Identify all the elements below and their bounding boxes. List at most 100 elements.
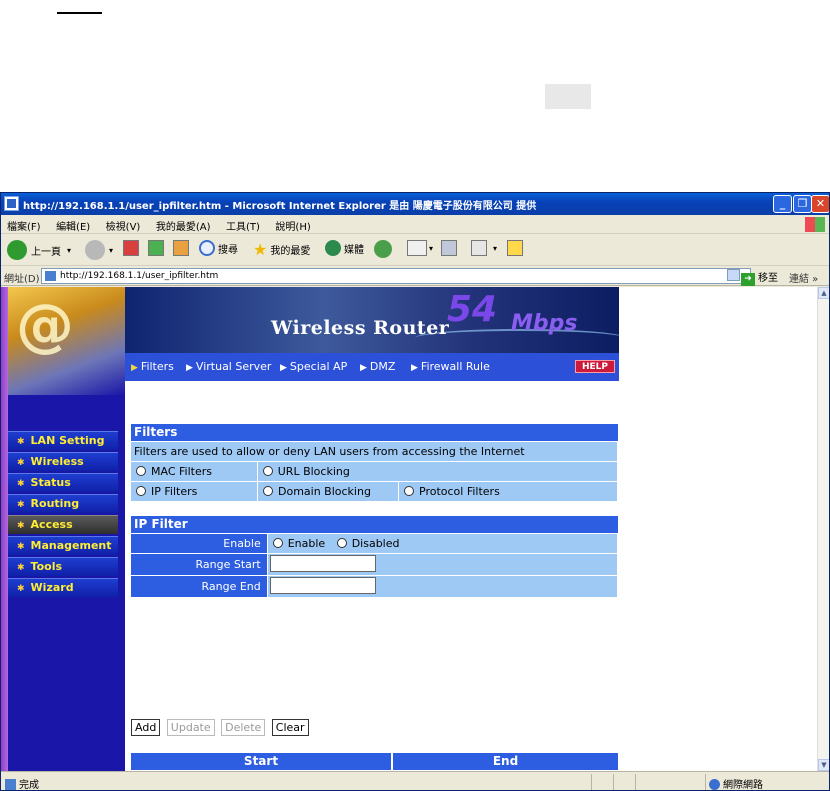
refresh-button[interactable] xyxy=(148,240,164,256)
menu-tools[interactable]: 工具(T) xyxy=(220,215,266,233)
filter-table-header: Start End xyxy=(131,753,618,770)
go-label: 移至 xyxy=(758,273,778,284)
radio-icon[interactable] xyxy=(263,486,273,496)
browser-window: http://192.168.1.1/user_ipfilter.htm - M… xyxy=(0,192,830,791)
status-separator xyxy=(705,774,706,790)
radio-icon[interactable] xyxy=(404,486,414,496)
status-bar: 完成 網際網路 xyxy=(1,771,829,791)
home-button[interactable] xyxy=(173,240,189,256)
speed-unit: Mbps xyxy=(511,311,578,336)
links-button[interactable]: 連結 » xyxy=(789,270,818,285)
radio-disabled[interactable] xyxy=(336,538,347,548)
radio-enable[interactable] xyxy=(272,538,283,548)
mail-button[interactable]: ▾ xyxy=(407,240,433,256)
at-logo-icon: @ xyxy=(16,291,74,359)
search-icon xyxy=(199,240,215,256)
help-button[interactable]: HELP xyxy=(575,360,615,373)
back-button[interactable]: 上一頁 ▾ xyxy=(7,240,71,260)
favorites-button[interactable]: ★ 我的最愛 xyxy=(253,240,310,259)
windows-logo-icon xyxy=(805,217,825,232)
status-label: 完成 xyxy=(19,780,39,791)
menu-file[interactable]: 檔案(F) xyxy=(1,215,47,233)
window-title: http://192.168.1.1/user_ipfilter.htm - M… xyxy=(23,201,537,212)
history-button[interactable] xyxy=(374,240,392,258)
menu-view[interactable]: 檢視(V) xyxy=(100,215,147,233)
sidebar-stripe xyxy=(1,287,8,771)
scroll-down-icon[interactable]: ▼ xyxy=(818,759,829,771)
option-domain-blocking[interactable]: Domain Blocking xyxy=(258,482,398,501)
nav-lan-setting[interactable]: ✱ LAN Setting xyxy=(8,431,118,450)
product-name: Wireless Router xyxy=(271,317,450,339)
filters-description: Filters are used to allow or deny LAN us… xyxy=(131,442,617,461)
close-button[interactable]: ✕ xyxy=(811,195,829,213)
update-button[interactable]: Update xyxy=(166,719,215,736)
security-zone: 網際網路 xyxy=(709,776,763,791)
history-icon xyxy=(374,240,392,258)
option-label: URL Blocking xyxy=(277,465,350,478)
address-input[interactable]: http://192.168.1.1/user_ipfilter.htm xyxy=(41,268,751,284)
option-mac-filters[interactable]: MAC Filters xyxy=(131,462,257,481)
media-button[interactable]: 媒體 xyxy=(325,240,364,256)
clear-button[interactable]: Clear xyxy=(271,719,309,736)
tab-arrow-icon: ▶ xyxy=(360,363,367,373)
stop-button[interactable] xyxy=(123,240,139,256)
nav-access[interactable]: ✱ Access xyxy=(8,515,118,534)
add-button[interactable]: Add xyxy=(131,719,161,736)
maximize-button[interactable]: ❐ xyxy=(793,195,812,213)
nav-wizard[interactable]: ✱ Wizard xyxy=(8,578,118,597)
edit-button[interactable]: ▾ xyxy=(471,240,497,256)
nav-status[interactable]: ✱ Status xyxy=(8,473,118,492)
radio-icon[interactable] xyxy=(136,486,146,496)
address-dropdown-icon[interactable] xyxy=(727,269,740,281)
nav-management[interactable]: ✱ Management xyxy=(8,536,118,555)
menu-help[interactable]: 說明(H) xyxy=(269,215,316,233)
stop-icon xyxy=(123,240,139,256)
range-end-input[interactable] xyxy=(269,577,376,594)
menu-favorites[interactable]: 我的最愛(A) xyxy=(150,215,217,233)
option-label: Domain Blocking xyxy=(278,485,371,498)
status-separator xyxy=(613,774,614,790)
option-url-blocking[interactable]: URL Blocking xyxy=(257,462,617,481)
refresh-icon xyxy=(148,240,164,256)
tab-dmz[interactable]: ▶ DMZ xyxy=(360,360,395,373)
delete-button[interactable]: Delete xyxy=(221,719,266,736)
option-protocol-filters[interactable]: Protocol Filters xyxy=(399,482,617,501)
go-button[interactable]: ➜ 移至 xyxy=(741,269,778,286)
media-icon xyxy=(325,240,341,256)
zone-label: 網際網路 xyxy=(723,780,763,791)
edit-dropdown-icon[interactable]: ▾ xyxy=(493,244,497,253)
page-content: @ ✱ LAN Setting ✱ Wireless ✱ Status ✱ Routin… xyxy=(1,287,817,771)
speed-number: 54 xyxy=(447,289,498,330)
tab-virtual-server[interactable]: ▶ Virtual Server xyxy=(186,360,271,373)
nav-bullet-icon: ✱ xyxy=(17,584,25,594)
toolbar: 上一頁 ▾ ▾ 搜尋 ★ 我的最愛 媒體 ▾ ▾ xyxy=(1,234,829,266)
note-icon xyxy=(507,240,523,256)
minimize-button[interactable]: _ xyxy=(773,195,792,213)
nav-tools[interactable]: ✱ Tools xyxy=(8,557,118,576)
router-nav: ✱ LAN Setting ✱ Wireless ✱ Status ✱ Routing … xyxy=(8,431,118,599)
search-button[interactable]: 搜尋 xyxy=(199,240,238,256)
range-start-input[interactable] xyxy=(269,555,376,572)
tab-firewall-rule[interactable]: ▶ Firewall Rule xyxy=(411,360,490,373)
back-label: 上一頁 xyxy=(31,246,61,258)
print-button[interactable] xyxy=(441,240,457,256)
nav-wireless[interactable]: ✱ Wireless xyxy=(8,452,118,471)
vertical-scrollbar[interactable]: ▲ ▼ xyxy=(817,287,829,771)
back-dropdown-icon[interactable]: ▾ xyxy=(67,246,71,255)
messenger-button[interactable] xyxy=(507,240,523,256)
range-end-label: Range End xyxy=(131,576,267,597)
nav-label: Tools xyxy=(30,560,63,573)
filters-panel: Filters Filters are used to allow or den… xyxy=(131,424,618,501)
forward-button[interactable]: ▾ xyxy=(85,240,113,260)
option-ip-filters[interactable]: IP Filters xyxy=(131,482,257,501)
radio-icon[interactable] xyxy=(262,466,273,476)
forward-dropdown-icon[interactable]: ▾ xyxy=(109,246,113,255)
scroll-up-icon[interactable]: ▲ xyxy=(818,287,829,299)
radio-icon[interactable] xyxy=(136,466,146,476)
tab-filters[interactable]: ▶ Filters xyxy=(131,360,174,373)
menu-edit[interactable]: 編輯(E) xyxy=(50,215,96,233)
ie-page-icon xyxy=(4,196,19,211)
mail-dropdown-icon[interactable]: ▾ xyxy=(429,244,433,253)
nav-routing[interactable]: ✱ Routing xyxy=(8,494,118,513)
tab-special-ap[interactable]: ▶ Special AP xyxy=(280,360,347,373)
